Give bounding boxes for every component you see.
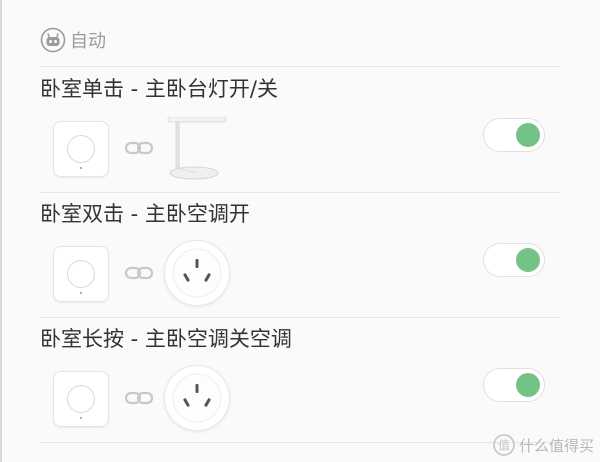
automation-rule[interactable]: 卧室双击 - 主卧空调开 [40, 198, 560, 323]
automation-rule[interactable]: 卧室单击 - 主卧台灯开/关 [40, 73, 560, 198]
smart-plug-icon [164, 365, 230, 431]
automation-title: 卧室双击 - 主卧空调开 [40, 202, 250, 226]
section-header: 自动 [40, 25, 106, 55]
smzdm-logo-icon: 值 [493, 434, 515, 456]
link-icon [124, 391, 154, 405]
automation-toggle[interactable] [483, 243, 545, 277]
divider [40, 317, 560, 318]
smart-plug-icon [164, 240, 230, 306]
automation-title: 卧室单击 - 主卧台灯开/关 [40, 77, 279, 101]
wireless-switch-icon [53, 371, 109, 427]
divider [40, 442, 560, 443]
watermark-text: 什么值得买 [518, 436, 594, 455]
desk-lamp-icon [167, 117, 227, 180]
svg-text:值: 值 [498, 438, 510, 453]
link-icon [124, 141, 154, 155]
wireless-switch-icon [53, 121, 109, 177]
automation-screen: 自动 卧室单击 - 主卧台灯开/关 卧室双击 - 主卧空调开 卧室长按 - 主卧… [0, 0, 600, 462]
left-border [0, 0, 2, 462]
divider [40, 192, 560, 193]
section-title: 自动 [70, 31, 106, 52]
wireless-switch-icon [53, 246, 109, 302]
robot-icon [40, 27, 66, 53]
automation-rule[interactable]: 卧室长按 - 主卧空调关空调 [40, 323, 560, 448]
automation-toggle[interactable] [483, 118, 545, 152]
automation-toggle[interactable] [483, 368, 545, 402]
divider [40, 66, 560, 67]
link-icon [124, 266, 154, 280]
automation-title: 卧室长按 - 主卧空调关空调 [40, 327, 292, 351]
watermark: 值 什么值得买 [493, 434, 594, 456]
